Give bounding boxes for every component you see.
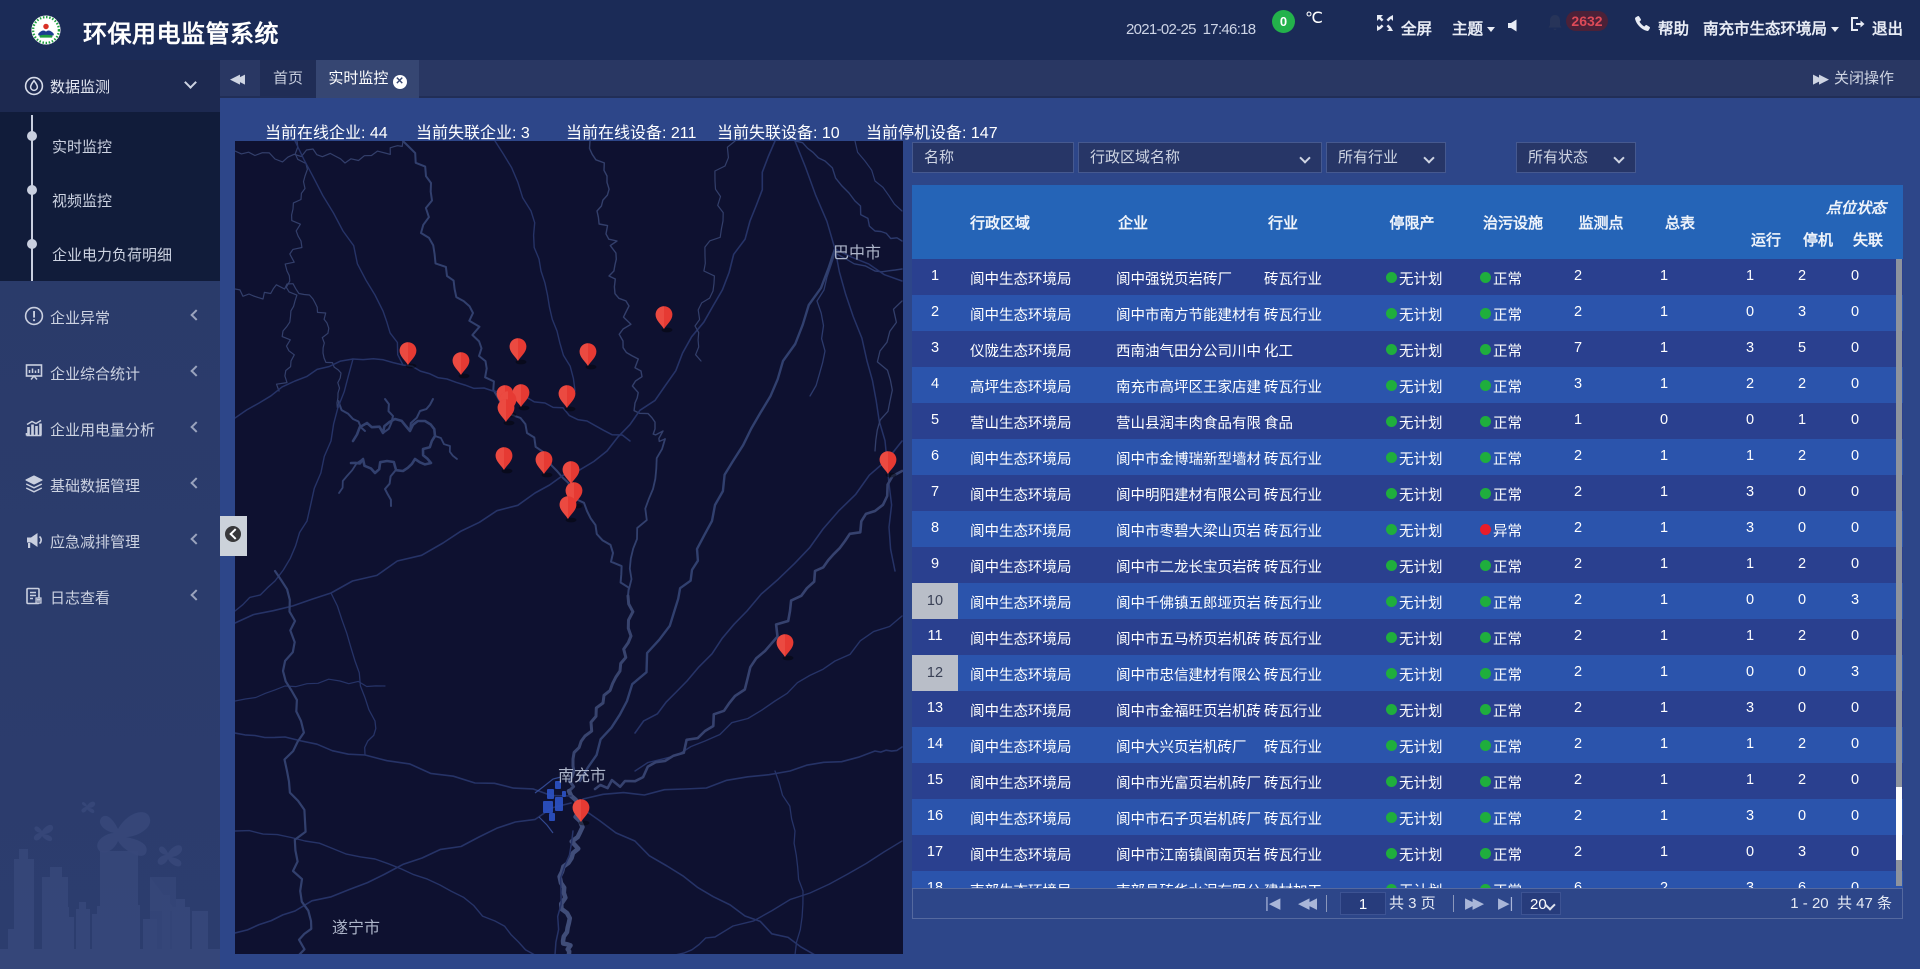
svg-text:巴中市: 巴中市 [833,244,881,262]
svg-text:南充市: 南充市 [558,767,606,785]
svg-text:遂宁市: 遂宁市 [332,919,380,937]
